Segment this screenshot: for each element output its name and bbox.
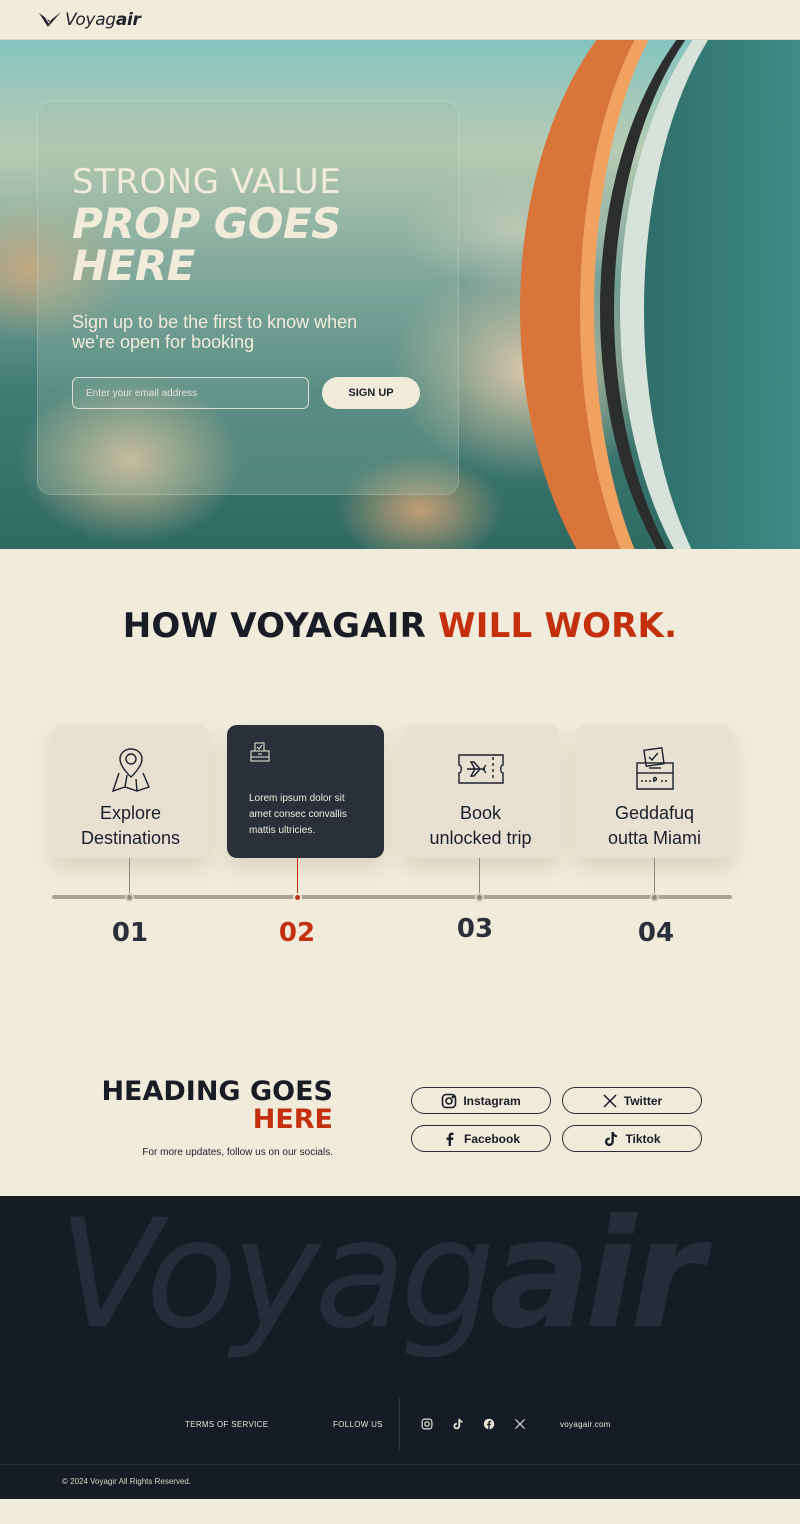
- bird-logo-icon: [39, 11, 61, 27]
- instagram-button[interactable]: Instagram: [411, 1087, 551, 1114]
- logo[interactable]: Voyagair: [38, 10, 141, 30]
- social-subtext: For more updates, follow us on our socia…: [142, 1147, 333, 1158]
- footer: Voyagair TERMS OF SERVICE FOLLOW US voya…: [0, 1196, 800, 1499]
- facebook-icon: [446, 1132, 454, 1146]
- facebook-button[interactable]: Facebook: [411, 1125, 551, 1152]
- step-card-explore[interactable]: Explore Destinations: [52, 725, 209, 858]
- step-number: 03: [456, 914, 494, 944]
- timeline-connector: [479, 858, 480, 897]
- step-card-active[interactable]: Lorem ipsum dolor sit amet consec conval…: [227, 725, 384, 858]
- twitter-button[interactable]: Twitter: [562, 1087, 702, 1114]
- footer-divider: [399, 1398, 400, 1450]
- timeline-dot: [650, 893, 659, 902]
- x-twitter-icon[interactable]: [514, 1418, 526, 1430]
- footer-rule: [0, 1464, 800, 1465]
- plane-ticket-icon: [457, 754, 504, 784]
- facebook-icon[interactable]: [483, 1418, 495, 1430]
- hero-subheadline: Sign up to be the first to know when we’…: [72, 312, 358, 352]
- instagram-icon: [442, 1093, 457, 1108]
- instagram-icon[interactable]: [421, 1418, 433, 1430]
- follow-us-label: FOLLOW US: [333, 1420, 383, 1429]
- step-label: Explore Destinations: [80, 803, 181, 848]
- social-heading: HEADING GOES HERE: [101, 1076, 333, 1135]
- timeline-dot-active: [293, 893, 302, 902]
- ballot-icon: [250, 742, 270, 762]
- step-label: Book unlocked trip: [429, 803, 532, 848]
- copyright-text: © 2024 Voyagir All Rights Reserved.: [62, 1477, 192, 1486]
- tiktok-button[interactable]: Tiktok: [562, 1125, 702, 1152]
- tiktok-icon[interactable]: [452, 1418, 464, 1430]
- terms-link[interactable]: TERMS OF SERVICE: [185, 1420, 268, 1429]
- logo-text: Voyagair: [65, 9, 141, 30]
- website-link[interactable]: voyagair.com: [560, 1420, 611, 1429]
- timeline-connector-active: [297, 858, 298, 897]
- map-pin-icon: [111, 748, 150, 793]
- timeline-dot: [125, 893, 134, 902]
- email-input[interactable]: [72, 377, 309, 409]
- step-number-active: 02: [278, 918, 316, 948]
- hero-section: STRONG VALUE PROP GOES HERE Sign up to b…: [0, 40, 800, 549]
- footer-watermark: Voyagair: [58, 1196, 704, 1362]
- timeline-dot: [475, 893, 484, 902]
- step-description: Lorem ipsum dolor sit amet consec conval…: [249, 793, 347, 836]
- step-card-miami[interactable]: Geddafuq outta Miami: [576, 725, 733, 858]
- step-number: 04: [637, 918, 675, 948]
- hero-card: [37, 101, 459, 495]
- step-card-book[interactable]: Book unlocked trip: [402, 725, 559, 858]
- how-it-works-title: HOW VOYAGAIR WILL WORK.: [122, 606, 678, 646]
- x-twitter-icon: [603, 1093, 617, 1108]
- timeline-connector: [654, 858, 655, 897]
- ballot-box-icon: [635, 747, 674, 790]
- timeline-track: [52, 895, 732, 899]
- step-number: 01: [111, 918, 149, 948]
- signup-button[interactable]: SIGN UP: [322, 377, 420, 409]
- tiktok-icon: [605, 1131, 618, 1146]
- timeline-connector: [129, 858, 130, 897]
- hero-headline: STRONG VALUE PROP GOES HERE: [72, 162, 342, 291]
- top-nav: Voyagair: [0, 0, 800, 40]
- step-label: Geddafuq outta Miami: [607, 803, 702, 848]
